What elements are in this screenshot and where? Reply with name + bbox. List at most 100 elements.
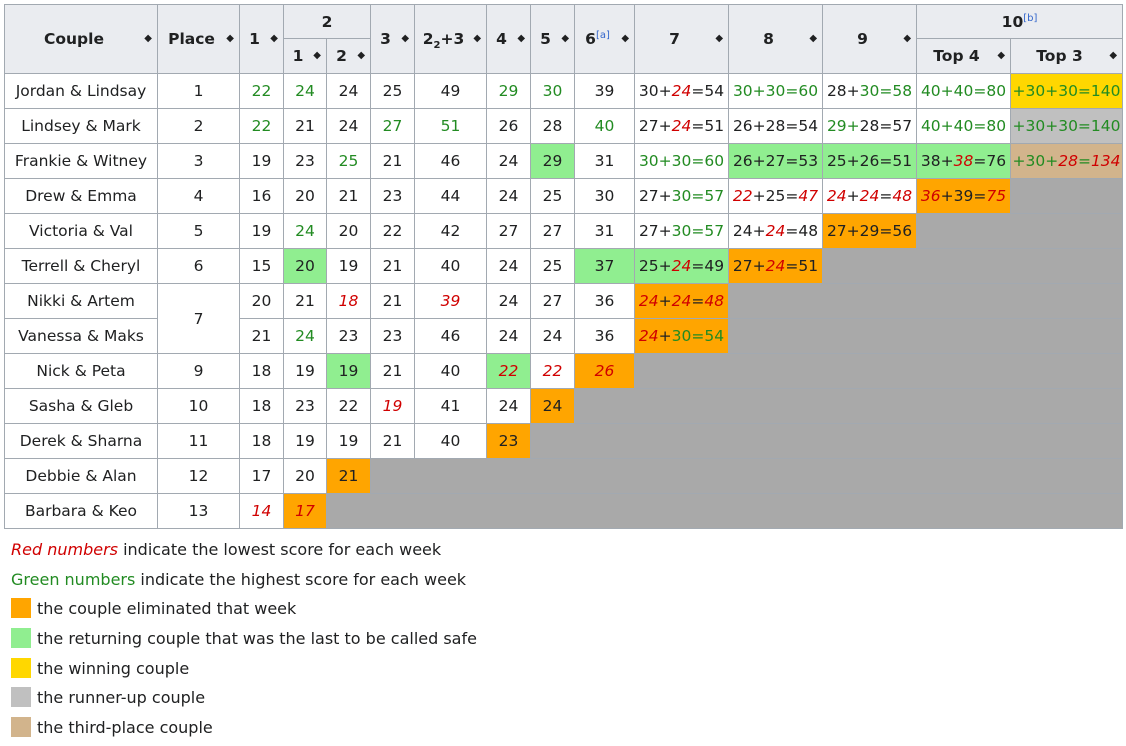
score-value: 40	[440, 257, 461, 275]
score-cell: 23	[283, 388, 327, 424]
score-part: =	[1077, 152, 1091, 170]
score-cell: 39	[414, 283, 488, 319]
score-value: 22	[542, 362, 563, 380]
col-header-week-4[interactable]: 4 ◆	[486, 4, 532, 74]
no-score-cell	[822, 248, 1124, 284]
score-cell: 25	[530, 178, 576, 214]
col-header-couple[interactable]: Couple ◆	[4, 4, 158, 74]
score-cell: 46	[414, 318, 488, 354]
couple-name-cell: Nikki & Artem	[4, 283, 158, 319]
no-score-cell	[728, 318, 1124, 354]
score-part: 38	[953, 152, 974, 170]
score-value: 19	[338, 257, 359, 275]
col-header-week-3[interactable]: 3 ◆	[370, 4, 416, 74]
score-value: 46	[440, 327, 461, 345]
table-row: Terrell & Cheryl 6 15 20 19 21 40 24 25 37 25+24=4…	[4, 248, 1124, 284]
place-cell: 12	[157, 458, 240, 494]
footnote-link-b[interactable]: [b]	[1023, 12, 1037, 23]
sort-icon[interactable]: ◆	[270, 34, 278, 44]
no-score-cell	[325, 493, 1124, 529]
score-part: 75	[986, 187, 1007, 205]
score-value: 23	[498, 432, 519, 450]
score-value: 40	[594, 117, 615, 135]
score-part: 29+	[826, 117, 860, 135]
col-header-top-3[interactable]: Top 3 ◆	[1010, 38, 1124, 74]
score-value: 18	[251, 362, 272, 380]
place-cell: 5	[157, 213, 240, 249]
score-part: +	[846, 187, 860, 205]
score-cell: 24	[486, 283, 532, 319]
sort-icon[interactable]: ◆	[809, 34, 817, 44]
sort-icon[interactable]: ◆	[1109, 51, 1117, 61]
score-cell: 19	[239, 143, 284, 179]
sort-icon[interactable]: ◆	[903, 34, 911, 44]
score-cell: 22	[239, 108, 284, 144]
score-value: 18	[251, 397, 272, 415]
col-header-week-9[interactable]: 9 ◆	[822, 4, 918, 74]
sort-icon[interactable]: ◆	[517, 34, 525, 44]
sort-icon[interactable]: ◆	[473, 34, 481, 44]
score-cell: +30+30=140	[1010, 73, 1124, 109]
score-cell: 41	[414, 388, 488, 424]
sort-icon[interactable]: ◆	[561, 34, 569, 44]
score-value: 37	[594, 257, 615, 275]
sort-icon[interactable]: ◆	[997, 51, 1005, 61]
scores-table: Couple ◆ Place ◆ 1 ◆ 2 3 ◆ 22+3 ◆ 4 ◆ 5 ◆ 6[a] ◆…	[4, 4, 1124, 529]
col-header-week-7[interactable]: 7 ◆	[634, 4, 730, 74]
col-header-top-4[interactable]: Top 4 ◆	[916, 38, 1012, 74]
col-header-place[interactable]: Place ◆	[157, 4, 240, 74]
table-row: Drew & Emma 4 16 20 21 23 44 24 25 30 27+30=57 22+2…	[4, 178, 1124, 214]
legend-red-note: Red numbers indicate the lowest score fo…	[11, 540, 442, 559]
score-cell: 49	[414, 73, 488, 109]
score-value: 22	[338, 397, 359, 415]
col-header-week-2-dance-1[interactable]: 1 ◆	[283, 38, 327, 74]
sort-icon[interactable]: ◆	[313, 51, 321, 61]
score-value: 19	[295, 362, 315, 380]
score-value: 42	[440, 222, 461, 240]
col-header-week-2-dance-2[interactable]: 2 ◆	[325, 38, 372, 74]
score-part: 48	[892, 187, 913, 205]
score-cell: 19	[283, 353, 327, 389]
score-value: 30	[594, 187, 615, 205]
score-part: 30=57	[671, 222, 725, 240]
score-cell: 42	[414, 213, 488, 249]
score-part: 26+28=54	[732, 117, 819, 135]
col-header-week-2-plus-3[interactable]: 22+3 ◆	[414, 4, 488, 74]
score-value: 21	[338, 467, 359, 485]
score-value: 24	[542, 327, 563, 345]
score-cell: 36	[574, 283, 636, 319]
score-cell: 15	[239, 248, 284, 284]
col-header-week-6[interactable]: 6[a] ◆	[574, 4, 636, 74]
score-part: 24	[671, 257, 692, 275]
score-part: 28	[1058, 152, 1078, 170]
score-cell: 22	[486, 353, 532, 389]
sort-icon[interactable]: ◆	[144, 34, 152, 44]
score-cell: 14	[239, 493, 284, 529]
col-header-week-5[interactable]: 5 ◆	[530, 4, 576, 74]
legend-item: the couple eliminated that week	[11, 597, 477, 627]
score-value: 24	[295, 82, 315, 100]
score-cell: 20	[325, 213, 372, 249]
sort-icon[interactable]: ◆	[621, 34, 629, 44]
score-value: 22	[251, 82, 272, 100]
score-value: 19	[338, 362, 359, 380]
col-header-week-8[interactable]: 8 ◆	[728, 4, 824, 74]
score-cell: 22	[325, 388, 372, 424]
sort-icon[interactable]: ◆	[226, 34, 234, 44]
sort-icon[interactable]: ◆	[357, 51, 365, 61]
score-cell: 21	[283, 283, 327, 319]
score-part: 27+	[638, 117, 672, 135]
couple-name-cell: Drew & Emma	[4, 178, 158, 214]
legend-item: the third-place couple	[11, 716, 477, 746]
score-part: 30=57	[671, 187, 725, 205]
score-part: 40+40=80	[920, 82, 1007, 100]
score-cell: 27+24=51	[634, 108, 730, 144]
footnote-link-a[interactable]: [a]	[596, 30, 610, 41]
score-cell: 39	[574, 73, 636, 109]
score-value: 20	[251, 292, 272, 310]
score-value: 23	[382, 327, 403, 345]
score-cell: 22	[530, 353, 576, 389]
sort-icon[interactable]: ◆	[715, 34, 723, 44]
col-header-week-1[interactable]: 1 ◆	[239, 4, 284, 74]
sort-icon[interactable]: ◆	[401, 34, 409, 44]
